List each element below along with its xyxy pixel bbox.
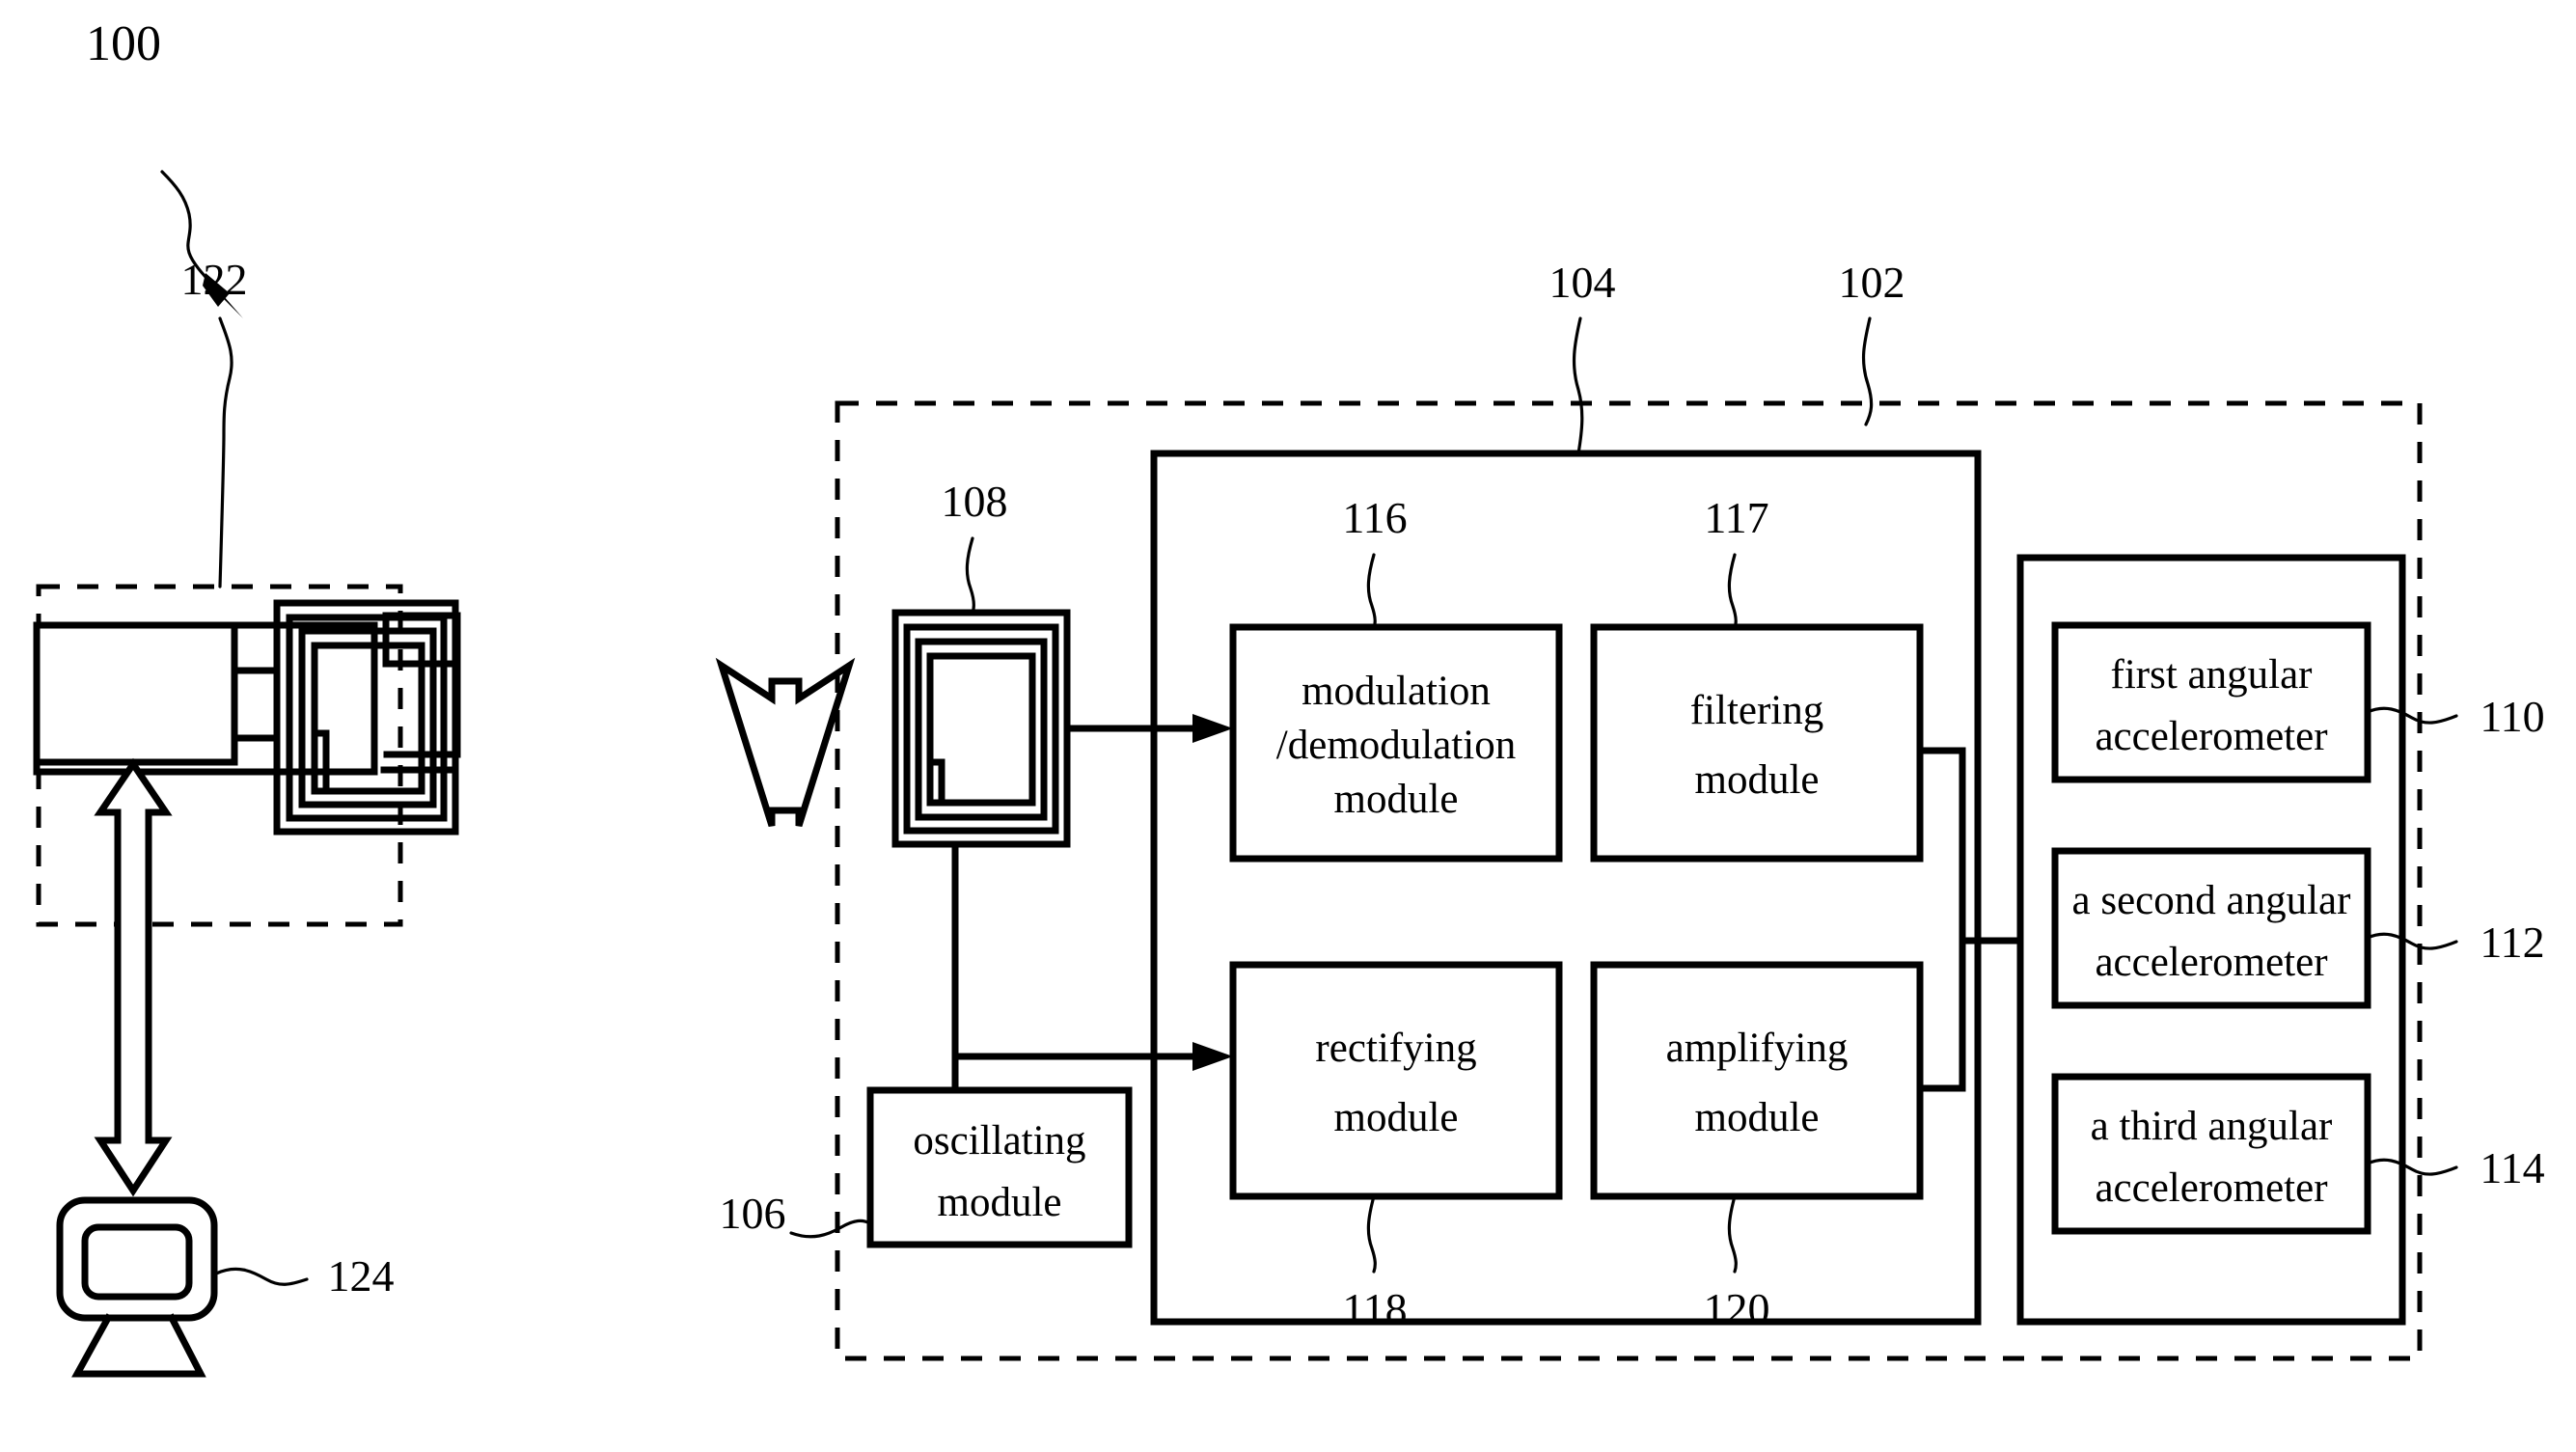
ref-106-label: 106 (720, 1189, 786, 1238)
ref-102: 102 (1839, 258, 1905, 426)
modulation-label-line1: modulation (1302, 669, 1491, 714)
patent-figure: 122 124 102 104 108 oscillating module 1… (0, 0, 2576, 1452)
modulation-label-line2: /demodulation (1276, 723, 1516, 768)
oscillating-module-label-line2: module (938, 1180, 1062, 1225)
ref-108-label: 108 (942, 477, 1008, 526)
ref-118-label: 118 (1342, 1284, 1407, 1333)
first-accelerometer-label-line2: accelerometer (2095, 714, 2327, 759)
modulation-label-line3: module (1334, 777, 1459, 822)
rectifying-label-line1: rectifying (1315, 1026, 1476, 1071)
filtering-label-line2: module (1695, 757, 1820, 803)
ref-114-label: 114 (2480, 1143, 2544, 1192)
amplifying-module-box (1590, 961, 1924, 1200)
first-accelerometer-label-line1: first angular (2111, 652, 2313, 698)
second-accelerometer-label-line1: a second angular (2072, 878, 2351, 923)
data-link-arrow-icon (94, 757, 173, 1197)
third-accelerometer-label-line1: a third angular (2091, 1104, 2333, 1149)
oscillating-module-label-line1: oscillating (913, 1118, 1085, 1164)
ref-104: 104 (1549, 258, 1616, 455)
ref-110-label: 110 (2480, 692, 2544, 741)
ref-108: 108 (942, 477, 1008, 615)
amplifying-label-line2: module (1695, 1095, 1820, 1140)
monitor-icon (56, 1196, 218, 1378)
filtering-module-box (1590, 623, 1924, 863)
third-accelerometer-label-line2: accelerometer (2095, 1165, 2327, 1211)
rectifying-label-line2: module (1334, 1095, 1459, 1140)
ref-124-label: 124 (328, 1251, 395, 1301)
ref-104-label: 104 (1549, 258, 1616, 307)
figure-system-ref-label: 100 (86, 16, 161, 71)
second-accelerometer-label-line2: accelerometer (2095, 940, 2327, 985)
internal-coil-icon (891, 609, 1071, 848)
ref-112-label: 112 (2480, 918, 2544, 967)
filtering-label-line1: filtering (1690, 688, 1824, 733)
ref-102-label: 102 (1839, 258, 1905, 307)
ref-124: 124 (214, 1251, 395, 1301)
ref-122-label: 122 (181, 255, 248, 304)
external-device-body-rect (33, 621, 238, 766)
amplifying-label-line1: amplifying (1666, 1026, 1849, 1071)
ref-106: 106 (720, 1189, 872, 1239)
rectifying-module-box (1229, 961, 1563, 1200)
ref-117-label: 117 (1704, 493, 1768, 542)
ref-120-label: 120 (1704, 1284, 1770, 1333)
wireless-link-arrow-icon (715, 657, 856, 828)
ref-116-label: 116 (1342, 493, 1407, 542)
ref-122: 122 (181, 255, 248, 589)
